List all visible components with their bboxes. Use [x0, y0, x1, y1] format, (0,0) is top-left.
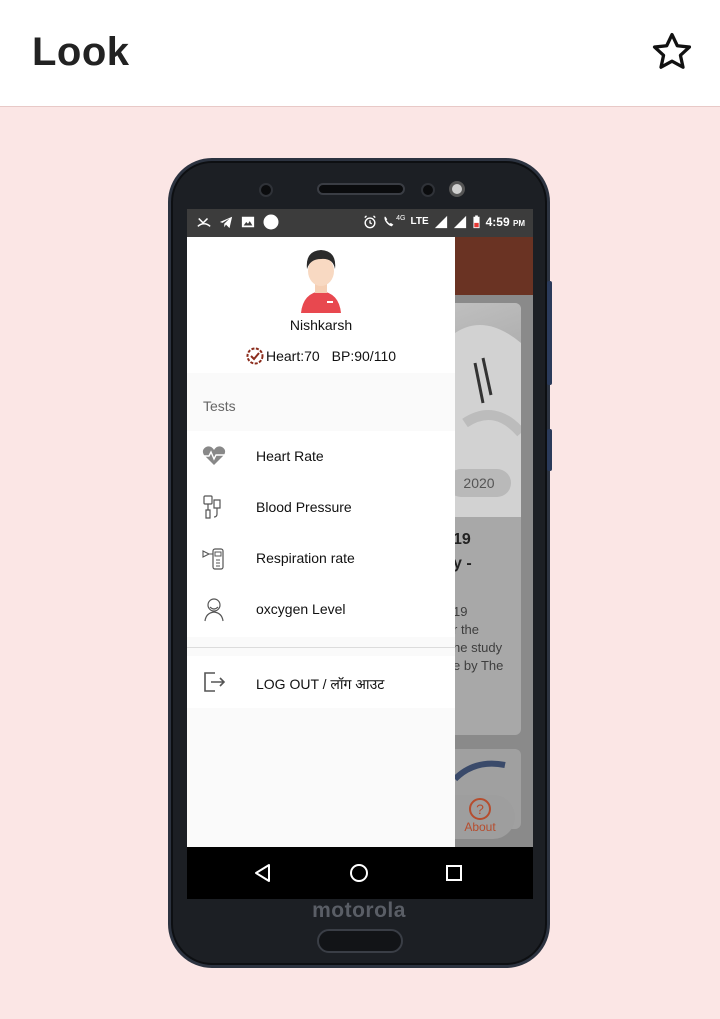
front-camera — [421, 183, 435, 197]
navigation-drawer: Nishkarsh Heart:70 BP:90/110 Tests Heart… — [187, 237, 455, 847]
menu-item-label: Heart Rate — [256, 448, 324, 464]
news-text-fragment-1: 19 — [455, 604, 468, 619]
tests-section-label: Tests — [203, 398, 236, 414]
page-title: Look — [32, 30, 130, 74]
circle-notification-icon — [263, 214, 279, 230]
network-type-label: 4G — [396, 215, 406, 222]
drawer-profile-header: Nishkarsh Heart:70 BP:90/110 — [187, 237, 455, 373]
menu-divider — [187, 647, 455, 648]
lte-label: LTE — [410, 216, 429, 227]
background-news-card[interactable]: 2020 19 y - 19 r the he study e by The — [455, 303, 521, 735]
oxygen-mask-icon — [204, 598, 224, 622]
signal-icon-2 — [453, 215, 466, 229]
back-icon[interactable] — [251, 861, 275, 885]
missed-call-icon — [197, 217, 211, 227]
heart-pulse-icon — [202, 446, 226, 465]
news-photo-2 — [452, 760, 506, 782]
hardware-home-button — [317, 929, 403, 953]
gallery-icon — [241, 216, 255, 228]
menu-item-label: Respiration rate — [256, 550, 355, 566]
bp-value: BP:90/110 — [331, 348, 397, 364]
question-icon: ? — [469, 798, 491, 820]
news-text-fragment-3: he study — [455, 640, 503, 655]
menu-item-respiration-rate[interactable]: Respiration rate — [187, 533, 455, 584]
blood-pressure-icon — [203, 495, 221, 519]
news-text-fragment-4: e by The — [455, 658, 504, 673]
android-nav-bar — [187, 847, 533, 899]
verified-check-icon — [246, 347, 264, 365]
device-brand-logo: motorola — [312, 899, 406, 922]
profile-name: Nishkarsh — [289, 317, 353, 333]
flash-light — [449, 181, 465, 197]
heart-value: Heart:70 — [265, 348, 320, 364]
signal-icon — [434, 215, 447, 229]
news-date-pill: 2020 — [455, 469, 511, 497]
respiration-device-icon — [202, 548, 224, 570]
front-sensor — [259, 183, 273, 197]
status-bar: 4G LTE 4:59 PM — [187, 209, 533, 237]
logout-icon — [204, 672, 226, 692]
status-time: 4:59 PM — [485, 215, 525, 229]
power-button — [547, 429, 552, 471]
menu-item-oxygen-level[interactable]: oxcygen Level — [187, 584, 455, 635]
profile-vitals: Heart:70 BP:90/110 — [187, 347, 455, 365]
volume-button — [547, 281, 552, 385]
logout-label: LOG OUT / लॉग आउट — [256, 676, 385, 692]
menu-item-label: Blood Pressure — [256, 499, 352, 515]
news-title-fragment-2: y - — [455, 555, 472, 572]
phone-screen: 4G LTE 4:59 PM 2020 19 y - 19 r the he s… — [187, 209, 533, 899]
tests-menu: Heart Rate Blood Pressure Respiration ra… — [187, 431, 455, 637]
menu-item-blood-pressure[interactable]: Blood Pressure — [187, 482, 455, 533]
menu-item-label: oxcygen Level — [256, 601, 346, 617]
menu-item-heart-rate[interactable]: Heart Rate — [187, 431, 455, 482]
logout-button[interactable]: LOG OUT / लॉग आउट — [187, 656, 455, 708]
telegram-icon — [219, 216, 233, 229]
news-title-fragment-1: 19 — [455, 531, 471, 548]
battery-icon — [473, 215, 480, 229]
background-app-content: 2020 19 y - 19 r the he study e by The ?… — [445, 237, 533, 847]
star-outline-icon[interactable] — [650, 30, 694, 74]
recents-icon[interactable] — [442, 861, 466, 885]
news-text-fragment-2: r the — [455, 622, 480, 637]
home-icon[interactable] — [347, 861, 371, 885]
about-button[interactable]: ? About — [445, 795, 515, 839]
about-label: About — [464, 820, 496, 834]
wifi-calling-icon — [384, 216, 394, 227]
app-bar: Look — [0, 0, 720, 107]
avatar-icon[interactable] — [297, 245, 345, 313]
phone-frame: 4G LTE 4:59 PM 2020 19 y - 19 r the he s… — [168, 158, 552, 968]
alarm-icon — [364, 215, 376, 229]
earpiece — [317, 183, 405, 195]
background-app-bar — [455, 237, 533, 295]
